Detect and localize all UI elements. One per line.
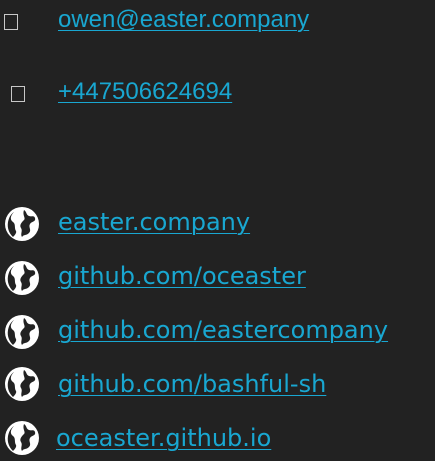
globe-icon — [5, 421, 39, 455]
globe-icon — [5, 367, 39, 401]
github-link[interactable]: github.com/eastercompany — [58, 318, 388, 342]
website-link[interactable]: easter.company — [58, 210, 250, 234]
envelope-icon — [4, 14, 18, 30]
github-link[interactable]: github.com/bashful-sh — [58, 372, 326, 396]
github-link[interactable]: github.com/oceaster — [58, 264, 306, 288]
pages-link[interactable]: oceaster.github.io — [56, 426, 271, 450]
phone-icon — [11, 86, 25, 102]
phone-link[interactable]: +447506624694 — [58, 80, 232, 104]
globe-icon — [5, 315, 39, 349]
email-link[interactable]: owen@easter.company — [58, 8, 309, 32]
globe-icon — [5, 207, 39, 241]
globe-icon — [5, 261, 39, 295]
